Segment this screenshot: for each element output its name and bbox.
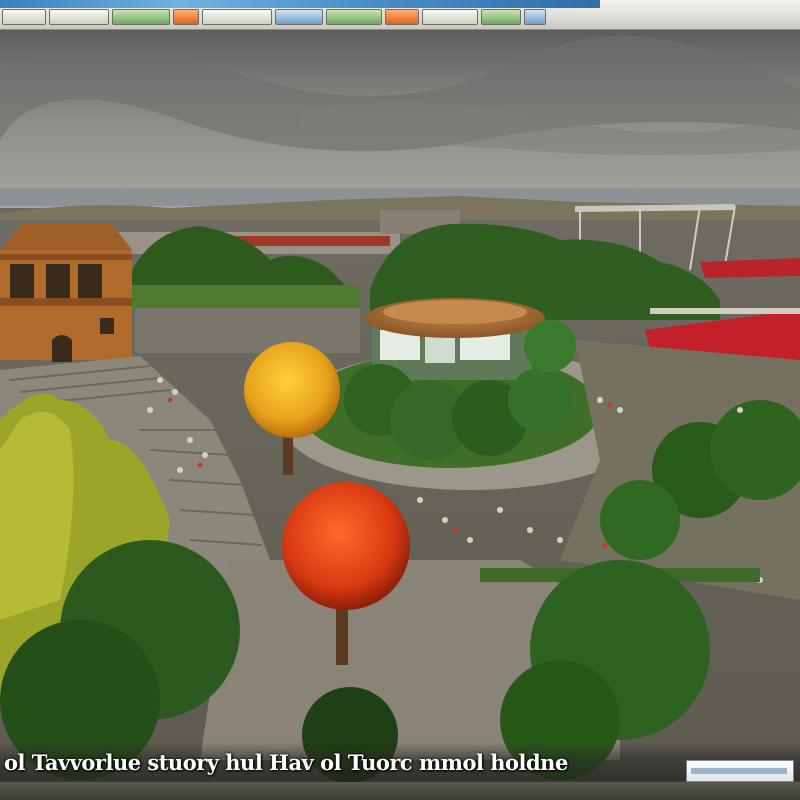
title-strip — [0, 0, 600, 8]
toolbar-button-scenery[interactable] — [112, 9, 170, 25]
toolbar-button-options[interactable] — [524, 9, 546, 25]
game-window: ol Tavvorlue stuory hul Hav ol Tuorc mmo… — [0, 0, 800, 800]
toolbar-button-map[interactable] — [481, 9, 521, 25]
toolbar-button-guests[interactable] — [422, 9, 478, 25]
toolbar-buttons — [2, 9, 546, 25]
caption-text: ol Tavvorlue stuory hul Hav ol Tuorc mmo… — [4, 750, 568, 775]
toolbar-button-file[interactable] — [2, 9, 46, 25]
toolbar-button-view[interactable] — [49, 9, 109, 25]
toolbar-button-shops[interactable] — [202, 9, 272, 25]
bottom-edge — [0, 782, 800, 800]
grass-field — [130, 285, 360, 311]
toolbar-button-rides[interactable] — [173, 9, 199, 25]
building-icon — [0, 224, 132, 362]
park-scene[interactable] — [0, 0, 800, 800]
status-box[interactable] — [686, 760, 794, 782]
toolbar-button-research[interactable] — [385, 9, 419, 25]
distant-building-red — [230, 236, 390, 246]
status-box-text — [691, 768, 787, 774]
toolbar-button-staff[interactable] — [275, 9, 323, 25]
terrace-wall — [135, 308, 360, 353]
game-toolbar — [0, 0, 800, 30]
toolbar-button-finance[interactable] — [326, 9, 382, 25]
